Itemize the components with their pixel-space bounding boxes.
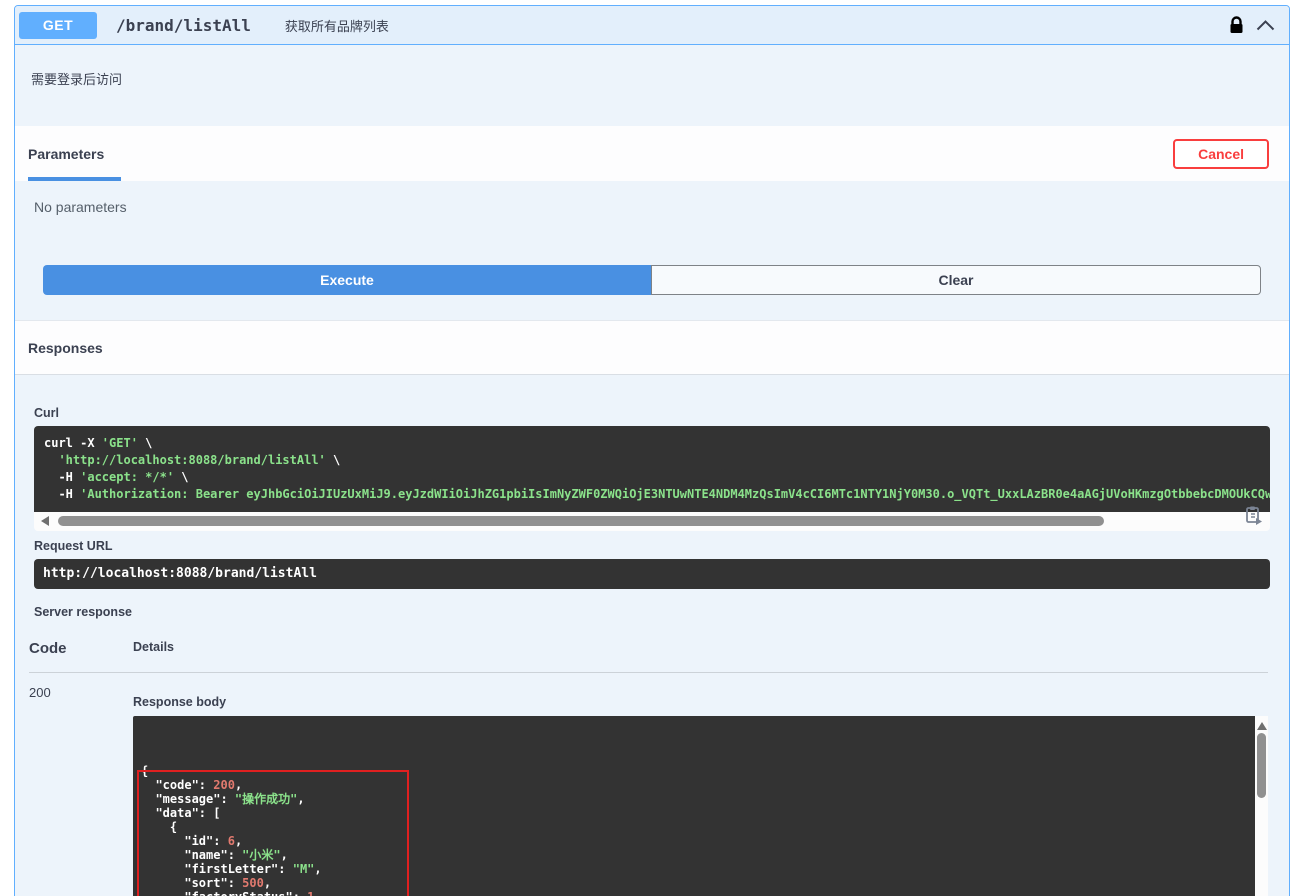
code-line: {	[141, 764, 1247, 778]
parameters-header-row: Parameters Cancel	[15, 126, 1289, 181]
tab-parameters[interactable]: Parameters	[28, 146, 104, 162]
response-vertical-scrollbar[interactable]	[1255, 716, 1268, 896]
response-body-wrap: { "code": 200, "message": "操作成功", "data"…	[133, 716, 1268, 896]
curl-scrollbar-thumb[interactable]	[58, 516, 1104, 526]
code-line: {	[141, 820, 1247, 834]
server-response-label: Server response	[34, 605, 1289, 619]
status-code: 200	[29, 673, 133, 896]
parameters-tab-underline	[28, 177, 121, 181]
server-response-row: 200 Response body { "code": 200, "messag…	[29, 673, 1268, 896]
lock-icon[interactable]	[1229, 16, 1244, 35]
response-body-block: { "code": 200, "message": "操作成功", "data"…	[133, 716, 1255, 896]
parameters-body: No parameters Execute Clear	[15, 181, 1289, 295]
chevron-up-icon[interactable]	[1256, 20, 1275, 31]
code-line: "factoryStatus": 1,	[141, 890, 1247, 896]
server-response-table: Code Details 200 Response body { "code":…	[29, 632, 1268, 896]
request-url-label: Request URL	[34, 539, 1289, 553]
method-badge: GET	[19, 12, 97, 39]
cancel-button[interactable]: Cancel	[1173, 139, 1269, 169]
copy-to-clipboard-icon[interactable]	[1244, 505, 1264, 530]
code-line: 'http://localhost:8088/brand/listAll' \	[44, 452, 1260, 469]
response-body-label: Response body	[133, 695, 226, 709]
code-line: "data": [	[141, 806, 1247, 820]
endpoint-path: /brand/listAll	[116, 16, 251, 35]
code-line: "name": "小米",	[141, 848, 1247, 862]
scroll-up-arrow-icon[interactable]	[1257, 722, 1267, 730]
curl-horizontal-scrollbar[interactable]	[34, 512, 1270, 531]
response-details-cell: Response body { "code": 200, "message": …	[133, 673, 1268, 896]
code-line: curl -X 'GET' \	[44, 435, 1260, 452]
code-line: -H 'accept: */*' \	[44, 469, 1260, 486]
header-icons	[1229, 16, 1275, 35]
clear-button[interactable]: Clear	[651, 265, 1261, 295]
code-line: "firstLetter": "M",	[141, 862, 1247, 876]
code-line: "sort": 500,	[141, 876, 1247, 890]
curl-block: curl -X 'GET' \ 'http://localhost:8088/b…	[34, 426, 1270, 531]
swagger-page: GET /brand/listAll 获取所有品牌列表 需要登录后访问	[0, 0, 1304, 896]
scroll-left-arrow-icon[interactable]	[41, 516, 49, 526]
code-line: "code": 200,	[141, 778, 1247, 792]
code-line: -H 'Authorization: Bearer eyJhbGciOiJIUz…	[44, 486, 1260, 503]
server-response-table-header: Code Details	[29, 632, 1268, 673]
no-parameters-text: No parameters	[15, 181, 1289, 215]
curl-label: Curl	[34, 406, 1289, 420]
code-line: "message": "操作成功",	[141, 792, 1247, 806]
details-column-header: Details	[133, 640, 174, 657]
code-column-header: Code	[29, 640, 133, 657]
endpoint-summary: 获取所有品牌列表	[285, 16, 389, 35]
request-url-value: http://localhost:8088/brand/listAll	[34, 559, 1270, 589]
auth-note: 需要登录后访问	[15, 45, 1289, 126]
code-line: "id": 6,	[141, 834, 1247, 848]
execute-button[interactable]: Execute	[43, 265, 651, 295]
responses-title: Responses	[28, 340, 103, 356]
execute-row: Execute Clear	[43, 265, 1261, 295]
curl-code-block: curl -X 'GET' \ 'http://localhost:8088/b…	[34, 426, 1270, 512]
opblock-get-brand-listall: GET /brand/listAll 获取所有品牌列表 需要登录后访问	[14, 5, 1290, 896]
response-scrollbar-thumb[interactable]	[1257, 733, 1266, 798]
responses-body: Curl curl -X 'GET' \ 'http://localhost:8…	[15, 406, 1289, 896]
responses-header-row: Responses	[15, 320, 1289, 375]
endpoint-header[interactable]: GET /brand/listAll 获取所有品牌列表	[15, 6, 1289, 45]
